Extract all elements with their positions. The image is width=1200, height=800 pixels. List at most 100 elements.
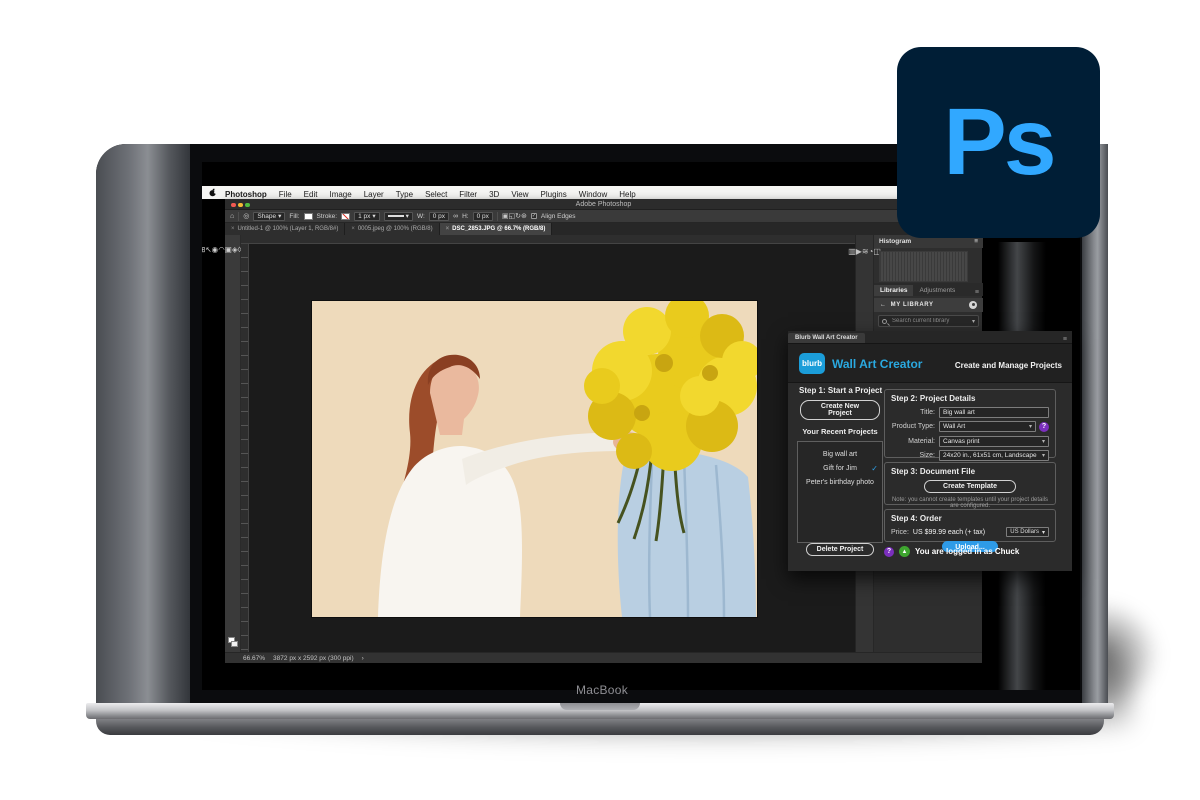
product-type-select[interactable]: Wall Art▾ <box>939 421 1036 432</box>
menu-item[interactable]: Image <box>323 190 357 199</box>
width-field[interactable]: 0 px <box>429 212 449 221</box>
menu-item[interactable]: Help <box>613 190 641 199</box>
account-avatar[interactable] <box>969 301 977 309</box>
tool-mode-value: Shape <box>257 213 276 220</box>
link-dimensions-icon[interactable]: ∞ <box>453 213 458 220</box>
menu-item[interactable]: Type <box>390 190 419 199</box>
histogram-title: Histogram <box>879 238 911 245</box>
blurb-dialog: Blurb Wall Art Creator ≡ blurb Wall Art … <box>788 331 1072 571</box>
help-icon[interactable]: ? <box>884 547 894 557</box>
tab-adjustments[interactable]: Adjustments <box>913 285 961 296</box>
create-template-button[interactable]: Create Template <box>924 480 1016 493</box>
stroke-style-select[interactable]: ▾ <box>384 212 413 221</box>
step4-heading: Step 4: Order <box>891 514 1049 523</box>
width-value: 0 px <box>433 213 445 220</box>
fill-swatch[interactable] <box>304 213 313 220</box>
menu-item[interactable]: File <box>273 190 298 199</box>
foreground-background-swatches[interactable] <box>228 637 238 647</box>
tab-libraries[interactable]: Libraries <box>874 285 913 296</box>
dialog-tab[interactable]: Blurb Wall Art Creator <box>788 333 865 343</box>
tab-label: DSC_2853.JPG @ 66.7% (RGB/8) <box>452 226 545 232</box>
material-select[interactable]: Canvas print ▾ <box>939 436 1049 447</box>
menu-item[interactable]: Photoshop <box>219 190 273 199</box>
canvas-area <box>249 244 855 652</box>
tool-preset-icon[interactable]: ◎ <box>243 212 249 220</box>
tab-label: Untitled-1 @ 100% (Layer 1, RGB/8#) <box>238 226 339 232</box>
size-label: Size: <box>891 452 939 459</box>
tool-mode-select[interactable]: Shape▾ <box>253 212 285 221</box>
menu-item[interactable]: Plugins <box>535 190 573 199</box>
material-value: Canvas print <box>943 438 980 445</box>
delete-project-button[interactable]: Delete Project <box>806 543 875 556</box>
tab-label: 0005.jpeg @ 100% (RGB/8) <box>358 226 433 232</box>
search-input[interactable] <box>890 317 969 325</box>
title-field[interactable] <box>939 407 1049 418</box>
my-library-row[interactable]: ← MY LIBRARY <box>874 298 983 312</box>
panel-menu-icon[interactable]: ≡ <box>974 238 978 245</box>
menu-item[interactable]: Edit <box>298 190 324 199</box>
menu-item[interactable]: View <box>505 190 534 199</box>
panel-menu-icon[interactable]: ≡ <box>975 289 983 296</box>
tools-panel: +▢∿▱⊞↖◉◠▣◈◊△◎✎T▷▭◇⊙ <box>225 235 241 652</box>
project-name: Peter's birthday photo <box>806 479 874 486</box>
close-icon[interactable]: × <box>446 226 450 232</box>
chevron-down-icon: ▾ <box>1042 438 1045 445</box>
status-chevron-icon[interactable]: › <box>362 655 364 662</box>
horizontal-ruler: 1000100200300400500600700800900100011001… <box>241 235 855 244</box>
window-title-bar: Adobe Photoshop <box>225 199 982 210</box>
library-name: MY LIBRARY <box>891 302 934 308</box>
title-label: Title: <box>891 409 939 416</box>
zoom-level[interactable]: 66.67% <box>243 655 265 662</box>
title-input[interactable] <box>943 409 1045 416</box>
chevron-down-icon[interactable]: ▾ <box>972 318 975 325</box>
blurb-logo: blurb <box>799 353 825 374</box>
tab-0005-jpeg[interactable]: ×0005.jpeg @ 100% (RGB/8) <box>345 223 439 235</box>
list-item-selected[interactable]: Gift for Jim✓ <box>798 462 882 476</box>
header-action-label: Create and Manage Projects <box>955 361 1062 370</box>
laptop-base-bottom <box>96 719 1104 735</box>
close-icon[interactable]: × <box>351 226 355 232</box>
help-icon[interactable]: ? <box>1039 422 1049 432</box>
options-bar: ⌂ ◎ Shape▾ Fill: Stroke: 1 px▾ ▾ W: 0 px… <box>225 210 982 223</box>
tab-dsc-2853[interactable]: ×DSC_2853.JPG @ 66.7% (RGB/8) <box>440 223 553 235</box>
close-icon[interactable]: × <box>231 226 235 232</box>
height-field[interactable]: 0 px <box>473 212 493 221</box>
stroke-label: Stroke: <box>317 213 338 220</box>
list-item[interactable]: Big wall art <box>798 448 882 462</box>
step2-heading: Step 2: Project Details <box>891 394 1049 403</box>
width-label: W: <box>417 213 425 220</box>
menu-item[interactable]: Filter <box>453 190 483 199</box>
list-item[interactable]: Peter's birthday photo <box>798 476 882 490</box>
window-title: Adobe Photoshop <box>225 201 982 208</box>
line-style-sample <box>388 215 404 217</box>
laptop-lid-notch <box>560 703 640 710</box>
menu-item[interactable]: 3D <box>483 190 505 199</box>
macbook-brand-label: MacBook <box>96 683 1108 697</box>
tab-untitled[interactable]: ×Untitled-1 @ 100% (Layer 1, RGB/8#) <box>225 223 345 235</box>
menu-item[interactable]: Window <box>573 190 613 199</box>
stroke-width-field[interactable]: 1 px▾ <box>354 212 380 221</box>
currency-select[interactable]: US Dollars▾ <box>1006 527 1049 537</box>
step3-note: Note: you cannot create templates until … <box>891 497 1049 509</box>
material-label: Material: <box>891 438 939 445</box>
login-status-text: You are logged in as Chuck <box>915 547 1019 556</box>
create-new-project-button[interactable]: Create New Project <box>800 400 880 420</box>
laptop-base <box>86 703 1114 719</box>
menu-item[interactable]: Select <box>419 190 453 199</box>
size-select[interactable]: 24x20 in., 61x51 cm, Landscape▾ <box>939 450 1049 461</box>
dialog-tab-bar: Blurb Wall Art Creator ≡ <box>788 331 1072 344</box>
library-search[interactable]: ▾ <box>878 315 979 327</box>
panel-icon[interactable]: ≋ <box>862 247 869 256</box>
panel-icon[interactable]: ▥ <box>848 247 856 256</box>
menu-item[interactable]: Layer <box>358 190 390 199</box>
document-info: 3872 px x 2592 px (300 ppi) <box>273 655 354 662</box>
path-operation-icon[interactable]: ⊛ <box>521 213 527 220</box>
back-arrow-icon[interactable]: ← <box>880 302 887 308</box>
background-color[interactable] <box>231 641 238 647</box>
home-icon[interactable]: ⌂ <box>230 213 234 220</box>
apple-icon[interactable] <box>209 188 217 197</box>
align-edges-checkbox[interactable]: ✓ <box>531 213 537 219</box>
stroke-swatch[interactable] <box>341 213 350 220</box>
panel-menu-icon[interactable]: ≡ <box>1063 336 1072 343</box>
tool-icon[interactable]: ▣ <box>225 245 232 254</box>
